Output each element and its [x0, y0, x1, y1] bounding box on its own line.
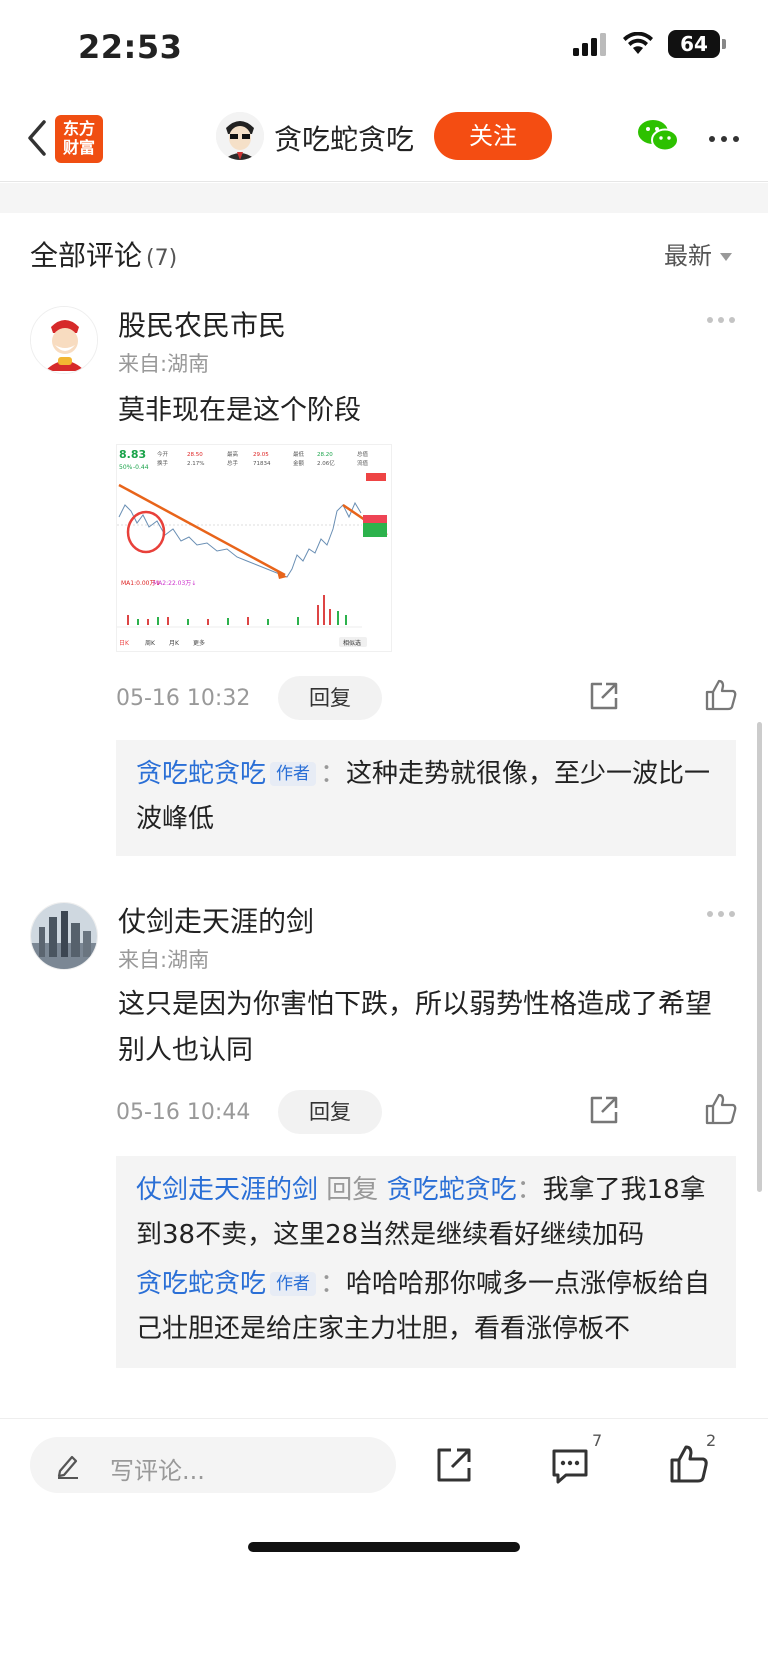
- chart-label: 28.20: [317, 452, 333, 458]
- status-icons: 64: [572, 30, 726, 58]
- comment-input[interactable]: 写评论...: [30, 1437, 396, 1493]
- commenter-name[interactable]: 仗剑走天涯的剑: [118, 900, 314, 940]
- reply-button[interactable]: 回复: [278, 676, 382, 720]
- comment-count-badge: 7: [592, 1431, 603, 1450]
- author-tag: 作者: [270, 1272, 317, 1296]
- reply-item[interactable]: 贪吃蛇贪吃 作者 ：哈哈哈那你喊多一点涨停板给自己壮胆还是给庄家主力壮胆，看看涨停板…: [136, 1262, 716, 1352]
- reply-item[interactable]: 贪吃蛇贪吃 作者 ：这种走势就很像，至少一波比一波峰低: [136, 752, 716, 842]
- reply-target[interactable]: 贪吃蛇贪吃: [387, 1175, 517, 1205]
- chart-label: 2.06亿: [317, 459, 335, 467]
- nav-bar: 东方 财富 贪吃蛇贪吃 关注: [0, 98, 768, 182]
- reply-author[interactable]: 贪吃蛇贪吃: [136, 1269, 266, 1299]
- caret-down-icon: [720, 253, 732, 261]
- author-avatar[interactable]: [216, 112, 264, 160]
- comments-count: (7): [146, 246, 178, 271]
- chart-label: 最高: [227, 450, 239, 458]
- like-icon[interactable]: [668, 1443, 710, 1485]
- chart-label: 28.50: [187, 452, 203, 458]
- comment-time: 05-16 10:44: [116, 1100, 251, 1125]
- commenter-avatar[interactable]: [30, 902, 98, 970]
- comment-time: 05-16 10:32: [116, 686, 251, 711]
- reply-verb: 回复: [326, 1175, 379, 1205]
- chart-pct: 50%: [119, 464, 133, 471]
- chart-label: 29.05: [253, 452, 269, 458]
- chart-label: 71834: [253, 461, 271, 467]
- chart-label: 今开: [157, 450, 169, 458]
- wechat-share-icon[interactable]: [636, 116, 680, 156]
- reply-item[interactable]: 仗剑走天涯的剑 回复 贪吃蛇贪吃：我拿了我18拿到38不卖，这里28当然是继续看…: [136, 1168, 716, 1258]
- wifi-icon: [623, 32, 653, 54]
- chart-ma2: MA2:22.03万↓: [153, 580, 196, 587]
- scrollbar[interactable]: [757, 722, 762, 1192]
- chart-price: 8.83: [119, 448, 146, 461]
- app-logo[interactable]: 东方 财富: [55, 115, 103, 163]
- chart-tab: 月K: [169, 640, 180, 647]
- signal-icon: [573, 33, 606, 56]
- battery-indicator: 64: [668, 30, 726, 58]
- bottom-action-bar: 写评论... 7 2: [0, 1418, 768, 1663]
- share-icon[interactable]: [588, 680, 620, 712]
- chart-similar-button: 相似选: [343, 639, 361, 647]
- chart-change: -0.44: [133, 464, 149, 471]
- pencil-icon: [57, 1455, 78, 1479]
- like-count-badge: 2: [706, 1431, 717, 1450]
- like-icon[interactable]: [704, 678, 738, 712]
- chart-label: 总值: [357, 450, 369, 458]
- author-name[interactable]: 贪吃蛇贪吃: [274, 118, 414, 158]
- reply-button[interactable]: 回复: [278, 1090, 382, 1134]
- share-icon[interactable]: [588, 1094, 620, 1126]
- commenter-location: 来自:湖南: [118, 352, 210, 376]
- follow-button[interactable]: 关注: [434, 112, 552, 160]
- commenter-location: 来自:湖南: [118, 948, 210, 972]
- comment-icon[interactable]: [550, 1447, 590, 1485]
- chart-label: 总手: [227, 459, 239, 467]
- home-indicator[interactable]: [248, 1542, 520, 1552]
- comments-title: 全部评论 (7): [30, 239, 178, 272]
- chart-label: 金额: [293, 459, 305, 467]
- replies-box: 仗剑走天涯的剑 回复 贪吃蛇贪吃：我拿了我18拿到38不卖，这里28当然是继续看…: [116, 1156, 736, 1368]
- reply-author[interactable]: 贪吃蛇贪吃: [136, 759, 266, 789]
- stock-chart-image[interactable]: 8.83 50% -0.44 今开 28.50 最高 29.05 最低 28.2…: [116, 444, 392, 652]
- chart-label: 最低: [293, 450, 305, 458]
- commenter-avatar[interactable]: [30, 306, 98, 374]
- author-tag: 作者: [270, 762, 317, 786]
- chart-tab: 日K: [119, 640, 130, 647]
- sort-dropdown[interactable]: 最新: [664, 236, 732, 271]
- reply-author[interactable]: 仗剑走天涯的剑: [136, 1175, 318, 1205]
- status-time: 22:53: [78, 28, 183, 66]
- comment-text: 这只是因为你害怕下跌，所以弱势性格造成了希望别人也认同: [118, 989, 712, 1066]
- share-icon[interactable]: [434, 1445, 474, 1485]
- more-options-icon[interactable]: [708, 118, 740, 151]
- commenter-name[interactable]: 股民农民市民: [118, 304, 286, 344]
- section-divider: [0, 183, 768, 213]
- replies-box: 贪吃蛇贪吃 作者 ：这种走势就很像，至少一波比一波峰低: [116, 740, 736, 856]
- comment-more-icon[interactable]: [706, 900, 736, 925]
- chart-tab: 周K: [145, 640, 156, 647]
- chart-tab: 更多: [193, 639, 205, 647]
- chart-label: 流值: [357, 459, 369, 467]
- chart-label: 换手: [157, 459, 169, 467]
- chart-label: 2.17%: [187, 461, 204, 467]
- comment-placeholder: 写评论...: [110, 1457, 205, 1485]
- comment-text: 莫非现在是这个阶段: [118, 395, 361, 426]
- comment-more-icon[interactable]: [706, 306, 736, 331]
- like-icon[interactable]: [704, 1092, 738, 1126]
- back-icon[interactable]: [18, 116, 58, 160]
